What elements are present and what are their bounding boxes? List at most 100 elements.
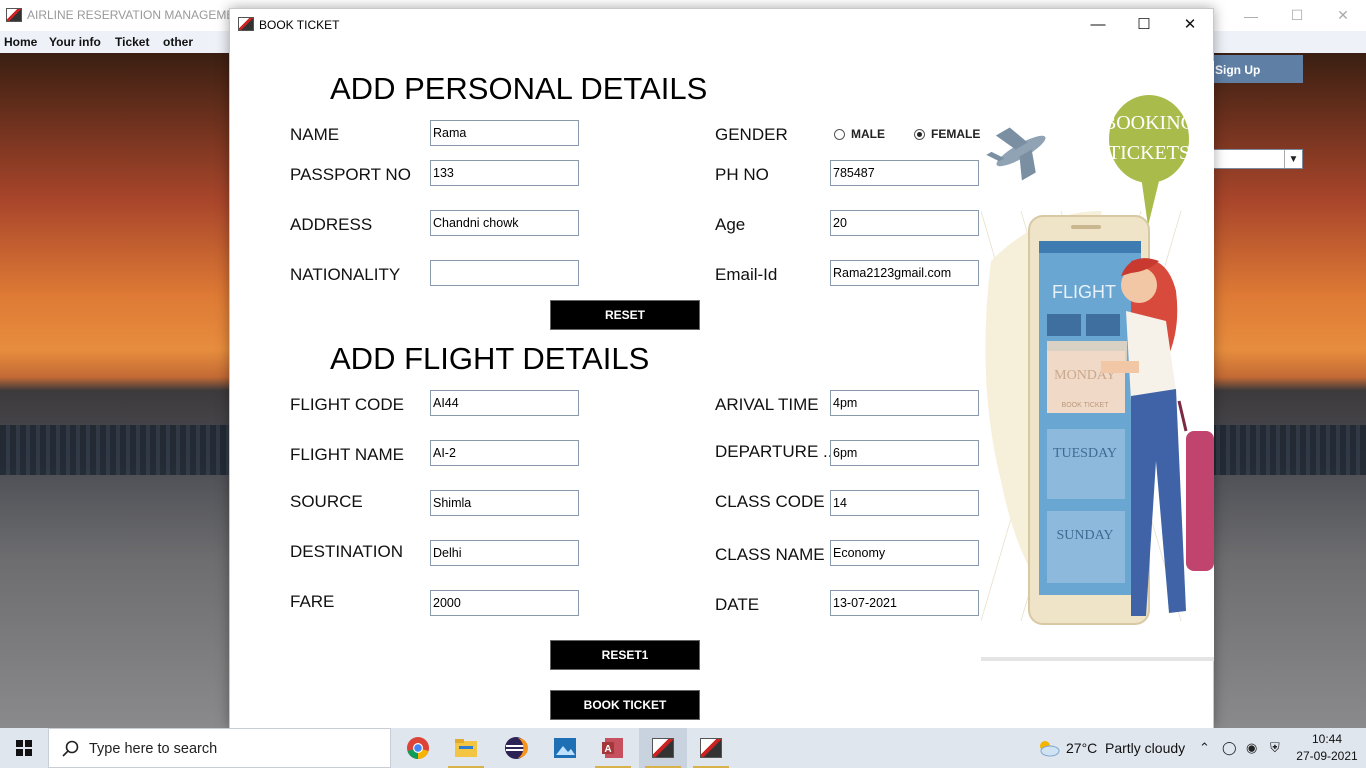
radio-unchecked-icon <box>834 128 845 140</box>
background-dropdown[interactable]: ▼ <box>1211 149 1303 169</box>
eclipse-icon[interactable] <box>492 728 540 768</box>
dialog-content: ADD PERSONAL DETAILS NAME Rama PASSPORT … <box>230 39 1214 728</box>
book-ticket-button[interactable]: BOOK TICKET <box>550 690 700 720</box>
chrome-icon[interactable] <box>394 728 442 768</box>
menu-other[interactable]: other <box>163 35 193 49</box>
taskbar-clock[interactable]: 10:44 27-09-2021 <box>1292 731 1362 765</box>
partly-cloudy-icon[interactable] <box>1036 738 1060 758</box>
chrome-tray-icon[interactable]: ◉ <box>1246 740 1257 756</box>
clock-time: 10:44 <box>1311 732 1343 746</box>
fare-field[interactable]: 2000 <box>430 590 579 616</box>
svg-text:A: A <box>604 744 611 755</box>
signup-button[interactable]: Sign Up <box>1211 55 1303 83</box>
source-label: SOURCE <box>290 492 363 511</box>
airplane-icon <box>986 127 1046 181</box>
menu-ticket[interactable]: Ticket <box>115 35 149 49</box>
nationality-label: NATIONALITY <box>290 265 401 284</box>
flight-details-heading: ADD FLIGHT DETAILS <box>330 341 650 376</box>
network-icon[interactable]: ◯ <box>1222 740 1237 756</box>
phone-label: PH NO <box>715 165 769 184</box>
destination-label: DESTINATION <box>290 542 404 561</box>
name-field[interactable]: Rama <box>430 120 579 146</box>
file-explorer-icon[interactable] <box>442 728 490 768</box>
maximize-icon[interactable]: ☐ <box>1121 9 1167 39</box>
security-icon[interactable]: ⛨ <box>1270 740 1280 756</box>
taskbar-search-box[interactable]: Type here to search <box>48 728 391 768</box>
close-icon[interactable]: ✕ <box>1167 9 1213 39</box>
fare-label: FARE <box>290 592 335 611</box>
passport-label: PASSPORT NO <box>290 165 411 184</box>
age-field[interactable]: 20 <box>830 210 979 236</box>
class-code-field[interactable]: 14 <box>830 490 979 516</box>
flight-name-field[interactable]: AI-2 <box>430 440 579 466</box>
bubble-text-line1: BOOKING <box>1103 112 1195 134</box>
menu-your-info[interactable]: Your info <box>49 35 101 49</box>
dialog-title: BOOK TICKET <box>259 18 340 32</box>
phone-screen-title: FLIGHT <box>1052 282 1116 302</box>
search-placeholder: Type here to search <box>89 741 218 757</box>
gender-female-radio[interactable]: FEMALE <box>914 127 980 141</box>
gender-female-label: FEMALE <box>931 127 981 141</box>
photos-icon[interactable] <box>541 728 589 768</box>
departure-label: DEPARTURE ... <box>715 442 838 461</box>
close-icon[interactable]: ✕ <box>1320 0 1366 31</box>
dialog-titlebar: BOOK TICKET — ☐ ✕ <box>230 9 1213 39</box>
bubble-text-line2: TICKETS <box>1108 142 1190 164</box>
address-label: ADDRESS <box>290 215 373 234</box>
book-ticket-dialog: BOOK TICKET — ☐ ✕ ADD PERSONAL DETAILS N… <box>229 8 1214 728</box>
arrival-field[interactable]: 4pm <box>830 390 979 416</box>
email-field[interactable]: Rama2123gmail.com <box>830 260 979 286</box>
weather-temperature[interactable]: 27°C <box>1066 740 1097 756</box>
reset1-button[interactable]: RESET1 <box>550 640 700 670</box>
windows-start-icon[interactable] <box>0 728 48 768</box>
java-app-icon <box>238 17 254 31</box>
class-code-label: CLASS CODE <box>715 492 825 511</box>
radio-checked-icon <box>914 128 925 140</box>
chevron-up-icon[interactable]: ⌃ <box>1199 740 1210 756</box>
age-label: Age <box>715 215 746 234</box>
name-label: NAME <box>290 125 340 144</box>
date-label: DATE <box>715 595 760 614</box>
search-icon <box>62 740 79 757</box>
phone-day3: SUNDAY <box>1056 528 1113 543</box>
phone-field[interactable]: 785487 <box>830 160 979 186</box>
passport-field[interactable]: 133 <box>430 160 579 186</box>
email-label: Email-Id <box>715 265 778 284</box>
flight-code-label: FLIGHT CODE <box>290 395 404 414</box>
gender-male-radio[interactable]: MALE <box>834 127 885 141</box>
weather-description[interactable]: Partly cloudy <box>1105 740 1185 756</box>
destination-field[interactable]: Delhi <box>430 540 579 566</box>
class-name-field[interactable]: Economy <box>830 540 979 566</box>
flight-code-field[interactable]: AI44 <box>430 390 579 416</box>
reset-button[interactable]: RESET <box>550 300 700 330</box>
java-app-taskbar-icon-2[interactable] <box>687 728 735 768</box>
address-field[interactable]: Chandni chowk <box>430 210 579 236</box>
windows-taskbar: Type here to search A 27°C Partly cloudy… <box>0 728 1366 768</box>
clock-date: 27-09-2021 <box>1296 749 1358 763</box>
departure-field[interactable]: 6pm <box>830 440 979 466</box>
dialog-window-controls: — ☐ ✕ <box>1075 9 1213 39</box>
background-window-controls: — ☐ ✕ <box>1228 0 1366 31</box>
chevron-down-icon[interactable]: ▼ <box>1284 150 1302 168</box>
maximize-icon[interactable]: ☐ <box>1274 0 1320 31</box>
menu-home[interactable]: Home <box>4 35 37 49</box>
flight-name-label: FLIGHT NAME <box>290 445 404 464</box>
access-icon[interactable]: A <box>589 728 637 768</box>
java-app-taskbar-icon-1[interactable] <box>639 728 687 768</box>
class-name-label: CLASS NAME <box>715 545 825 564</box>
minimize-icon[interactable]: — <box>1228 0 1274 31</box>
personal-details-heading: ADD PERSONAL DETAILS <box>330 71 708 106</box>
phone-book-ticket-text: BOOK TICKET <box>1062 402 1110 409</box>
background-window-title: AIRLINE RESERVATION MANAGEMENT <box>27 8 251 22</box>
nationality-field[interactable] <box>430 260 579 286</box>
source-field[interactable]: Shimla <box>430 490 579 516</box>
gender-male-label: MALE <box>851 127 885 141</box>
gender-label: GENDER <box>715 125 788 144</box>
booking-illustration-graphic: BOOKING TICKETS FLIGHT MONDAY BOOK TICKE… <box>981 95 1214 625</box>
minimize-icon[interactable]: — <box>1075 9 1121 39</box>
date-field[interactable]: 13-07-2021 <box>830 590 979 616</box>
phone-day2: TUESDAY <box>1053 446 1117 461</box>
arrival-label: ARIVAL TIME <box>715 395 819 414</box>
booking-illustration: BOOKING TICKETS FLIGHT MONDAY BOOK TICKE… <box>981 61 1214 661</box>
java-app-icon <box>6 8 22 22</box>
